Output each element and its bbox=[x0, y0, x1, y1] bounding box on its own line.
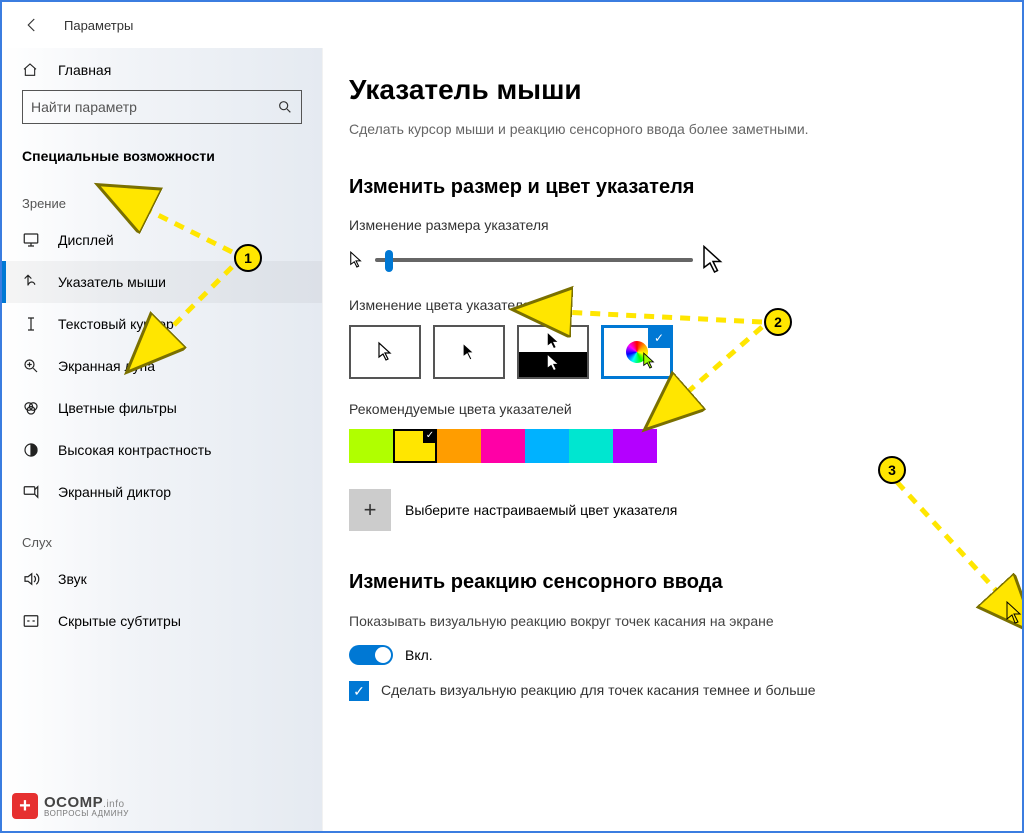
touch-desc: Показывать визуальную реакцию вокруг точ… bbox=[349, 612, 849, 632]
section-size-color-title: Изменить размер и цвет указателя bbox=[349, 176, 984, 199]
contrast-icon bbox=[22, 441, 44, 459]
sidebar-item-label: Текстовый курсор bbox=[58, 316, 174, 332]
sidebar-item-sound[interactable]: Звук bbox=[2, 558, 322, 600]
sidebar-item-text-cursor[interactable]: Текстовый курсор bbox=[2, 303, 322, 345]
sidebar-item-captions[interactable]: Скрытые субтитры bbox=[2, 600, 322, 642]
captions-icon bbox=[22, 612, 44, 630]
magnifier-icon bbox=[22, 357, 44, 375]
label-pointer-color: Изменение цвета указателя bbox=[349, 297, 984, 313]
cursor-large-icon bbox=[701, 245, 729, 275]
page-subtitle: Сделать курсор мыши и реакцию сенсорного… bbox=[349, 120, 849, 140]
color-swatch[interactable] bbox=[613, 429, 657, 463]
check-icon: ✓ bbox=[648, 328, 670, 348]
text-cursor-icon bbox=[22, 315, 44, 333]
sidebar-item-narrator[interactable]: Экранный диктор bbox=[2, 471, 322, 513]
sidebar-item-label: Скрытые субтитры bbox=[58, 613, 181, 629]
sidebar-item-label: Звук bbox=[58, 571, 87, 587]
swatches-row: ✓ bbox=[349, 429, 984, 463]
sidebar-item-label: Экранная лупа bbox=[58, 358, 155, 374]
window-title: Параметры bbox=[64, 18, 133, 33]
touch-feedback-toggle[interactable] bbox=[349, 645, 393, 665]
color-swatch[interactable] bbox=[349, 429, 393, 463]
sidebar-item-label: Цветные фильтры bbox=[58, 400, 177, 416]
search-input-container[interactable] bbox=[22, 90, 302, 124]
section-touch-title: Изменить реакцию сенсорного ввода bbox=[349, 571, 984, 594]
content-area: Указатель мыши Сделать курсор мыши и реа… bbox=[322, 48, 1022, 831]
pointer-color-black[interactable] bbox=[433, 325, 505, 379]
sidebar-header-vision: Зрение bbox=[2, 174, 322, 219]
color-filter-icon bbox=[22, 399, 44, 417]
sidebar-item-mouse-pointer[interactable]: Указатель мыши bbox=[2, 261, 322, 303]
label-pointer-size: Изменение размера указателя bbox=[349, 217, 984, 233]
sidebar-item-label: Экранный диктор bbox=[58, 484, 171, 500]
sidebar-item-label: Указатель мыши bbox=[58, 274, 166, 290]
page-title: Указатель мыши bbox=[349, 74, 984, 106]
pointer-color-white[interactable] bbox=[349, 325, 421, 379]
search-input[interactable] bbox=[31, 99, 277, 115]
color-swatch[interactable] bbox=[437, 429, 481, 463]
sound-icon bbox=[22, 570, 44, 588]
watermark-plus-icon: + bbox=[12, 793, 38, 819]
color-swatch[interactable]: ✓ bbox=[393, 429, 437, 463]
pointer-color-custom[interactable]: ✓ bbox=[601, 325, 673, 379]
checkbox-label: Сделать визуальную реакцию для точек кас… bbox=[381, 681, 816, 701]
sidebar-header-hearing: Слух bbox=[2, 513, 322, 558]
sidebar-home[interactable]: Главная bbox=[2, 62, 322, 90]
search-icon bbox=[277, 99, 293, 115]
watermark: + OCOMP.info ВОПРОСЫ АДМИНУ bbox=[12, 793, 129, 819]
slider-track[interactable] bbox=[375, 258, 693, 262]
custom-color-label: Выберите настраиваемый цвет указателя bbox=[405, 502, 677, 518]
label-recommended-colors: Рекомендуемые цвета указателей bbox=[349, 401, 984, 417]
sidebar-item-label: Высокая контрастность bbox=[58, 442, 211, 458]
sidebar-item-display[interactable]: Дисплей bbox=[2, 219, 322, 261]
sidebar-item-magnifier[interactable]: Экранная лупа bbox=[2, 345, 322, 387]
sidebar-item-label: Дисплей bbox=[58, 232, 114, 248]
toggle-state-label: Вкл. bbox=[405, 647, 433, 663]
home-icon bbox=[22, 62, 44, 78]
sidebar: Главная Специальные возможности Зрение Д… bbox=[2, 48, 322, 831]
narrator-icon bbox=[22, 483, 44, 501]
check-icon: ✓ bbox=[423, 429, 437, 443]
sidebar-section-accessibility: Специальные возможности bbox=[2, 142, 322, 174]
darker-feedback-checkbox[interactable]: ✓ bbox=[349, 681, 369, 701]
color-swatch[interactable] bbox=[481, 429, 525, 463]
slider-thumb[interactable] bbox=[385, 250, 393, 272]
sidebar-item-high-contrast[interactable]: Высокая контрастность bbox=[2, 429, 322, 471]
add-custom-color-button[interactable]: + bbox=[349, 489, 391, 531]
color-swatch[interactable] bbox=[525, 429, 569, 463]
pointer-icon bbox=[22, 273, 44, 291]
sidebar-item-color-filters[interactable]: Цветные фильтры bbox=[2, 387, 322, 429]
sidebar-home-label: Главная bbox=[58, 62, 111, 78]
cursor-small-icon bbox=[349, 251, 367, 269]
pointer-size-slider[interactable] bbox=[349, 245, 729, 275]
monitor-icon bbox=[22, 231, 44, 249]
pointer-color-inverted[interactable] bbox=[517, 325, 589, 379]
color-swatch[interactable] bbox=[569, 429, 613, 463]
back-button[interactable] bbox=[20, 13, 44, 37]
